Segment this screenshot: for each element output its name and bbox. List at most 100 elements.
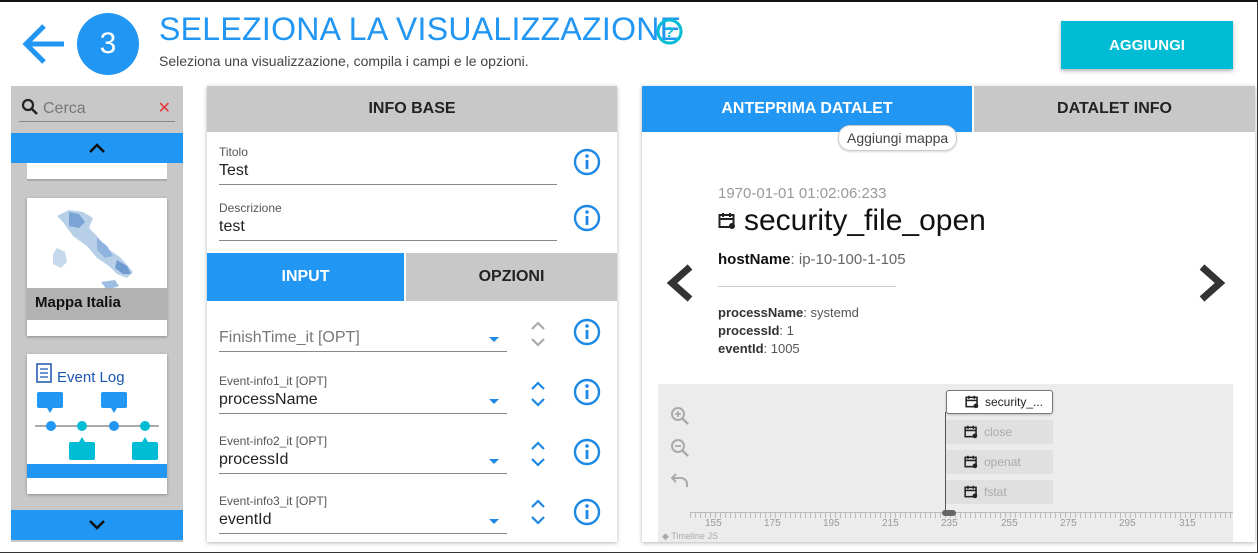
info-icon[interactable] bbox=[573, 318, 601, 346]
calendar-icon bbox=[964, 425, 978, 439]
prev-event-arrow-icon[interactable] bbox=[666, 264, 696, 302]
preview-panel: ANTEPRIMA DATALET DATALET INFO Aggiungi … bbox=[642, 86, 1255, 542]
detail-value: : systemd bbox=[803, 305, 859, 320]
page-title: SELEZIONA LA VISUALIZZAZIONE bbox=[159, 11, 682, 47]
reorder-arrows-icon[interactable] bbox=[529, 438, 547, 470]
axis-tick: 215 bbox=[882, 518, 899, 529]
calendar-icon bbox=[718, 213, 735, 229]
tab-opzioni[interactable]: OPZIONI bbox=[406, 253, 617, 301]
descrizione-label: Descrizione bbox=[219, 201, 282, 215]
select-value-text: processName bbox=[219, 391, 318, 408]
titolo-input[interactable]: Test bbox=[219, 159, 557, 185]
select-label: Event-info3_it [OPT] bbox=[219, 494, 328, 508]
event-info3-select[interactable]: Event-info3_it [OPT] eventId bbox=[219, 494, 507, 534]
scroll-down-button[interactable] bbox=[11, 510, 183, 540]
event-detail: eventId: 1005 bbox=[718, 341, 800, 356]
calendar-icon bbox=[964, 455, 978, 469]
event-title: security_file_open bbox=[718, 204, 986, 238]
next-event-arrow-icon[interactable] bbox=[1196, 264, 1226, 302]
search-input[interactable] bbox=[43, 98, 153, 120]
caret-down-icon bbox=[489, 399, 499, 404]
input-options-tabs: INPUT OPZIONI bbox=[207, 253, 617, 301]
timeline-event-item[interactable]: openat bbox=[946, 450, 1053, 474]
zoom-in-icon[interactable] bbox=[670, 406, 690, 426]
timeline-event-item[interactable]: fstat bbox=[946, 480, 1053, 504]
select-label: Event-info1_it [OPT] bbox=[219, 374, 328, 388]
chevron-down-icon bbox=[89, 520, 105, 530]
visualization-card-partial[interactable] bbox=[27, 163, 167, 181]
chevron-up-icon bbox=[89, 143, 105, 153]
info-icon[interactable] bbox=[573, 204, 601, 232]
info-icon[interactable] bbox=[573, 438, 601, 466]
host-key: hostName bbox=[718, 251, 791, 268]
host-value: : ip-10-100-1-105 bbox=[790, 251, 906, 268]
detail-key: processId bbox=[718, 323, 780, 338]
timeline-item-label: fstat bbox=[984, 485, 1007, 499]
descrizione-input[interactable]: test bbox=[219, 215, 557, 241]
descrizione-field[interactable]: Descrizione test bbox=[219, 201, 557, 241]
detail-key: processName bbox=[718, 305, 804, 320]
calendar-icon bbox=[965, 395, 979, 409]
reorder-arrows-icon[interactable] bbox=[529, 318, 547, 350]
info-icon[interactable] bbox=[573, 498, 601, 526]
add-map-button[interactable]: Aggiungi mappa bbox=[838, 125, 958, 151]
caret-down-icon bbox=[489, 337, 499, 342]
finishtime-select[interactable]: FinishTime_it [OPT] bbox=[219, 326, 507, 352]
tab-input[interactable]: INPUT bbox=[207, 253, 404, 301]
info-icon[interactable] bbox=[573, 378, 601, 406]
divider bbox=[718, 286, 896, 287]
select-value[interactable]: processId bbox=[219, 448, 507, 474]
scroll-up-button[interactable] bbox=[11, 133, 183, 163]
svg-text:Event Log: Event Log bbox=[57, 369, 125, 386]
calendar-icon bbox=[964, 485, 978, 499]
card-label: Mappa Italia bbox=[27, 288, 167, 320]
axis-tick: 255 bbox=[1001, 518, 1018, 529]
info-icon[interactable] bbox=[573, 148, 601, 176]
tab-datalet-info[interactable]: DATALET INFO bbox=[974, 86, 1255, 132]
visualization-card-event-log[interactable]: Event Log bbox=[27, 354, 167, 494]
detail-value: : 1 bbox=[779, 323, 794, 338]
timeline[interactable]: security_... close openat fstat 155 175 … bbox=[658, 384, 1233, 542]
select-value-text: processId bbox=[219, 451, 289, 468]
back-arrow-icon[interactable] bbox=[20, 20, 68, 68]
svg-text:?: ? bbox=[665, 24, 674, 41]
timeline-event-item[interactable]: security_... bbox=[946, 390, 1053, 414]
select-value-text: FinishTime_it [OPT] bbox=[219, 329, 360, 346]
timeline-event-item[interactable]: close bbox=[946, 420, 1053, 444]
select-value[interactable]: processName bbox=[219, 388, 507, 414]
timeline-credit-text: Timeline JS bbox=[671, 531, 718, 541]
reorder-arrows-icon[interactable] bbox=[529, 378, 547, 410]
select-value[interactable]: eventId bbox=[219, 508, 507, 534]
timeline-item-label: openat bbox=[984, 455, 1021, 469]
help-icon[interactable]: ? bbox=[656, 18, 683, 45]
search-icon bbox=[21, 98, 39, 116]
italy-map-thumbnail bbox=[53, 210, 133, 290]
event-log-thumbnail: Event Log bbox=[35, 363, 159, 460]
visualization-card-mappa-italia[interactable]: Mappa Italia bbox=[27, 198, 167, 336]
search-box: ✕ bbox=[19, 94, 175, 122]
axis-tick: 295 bbox=[1119, 518, 1136, 529]
event-info2-select[interactable]: Event-info2_it [OPT] processId bbox=[219, 434, 507, 474]
event-info1-select[interactable]: Event-info1_it [OPT] processName bbox=[219, 374, 507, 414]
zoom-out-icon[interactable] bbox=[670, 438, 690, 458]
add-button[interactable]: AGGIUNGI bbox=[1061, 21, 1233, 69]
select-value[interactable]: FinishTime_it [OPT] bbox=[219, 326, 507, 352]
clear-search-icon[interactable]: ✕ bbox=[158, 98, 171, 118]
timeline-position-marker[interactable] bbox=[942, 510, 956, 516]
info-base-header: INFO BASE bbox=[207, 86, 617, 132]
axis-tick: 315 bbox=[1179, 518, 1196, 529]
titolo-field[interactable]: Titolo Test bbox=[219, 145, 557, 185]
reorder-arrows-icon[interactable] bbox=[529, 496, 547, 528]
event-title-text: security_file_open bbox=[744, 204, 986, 237]
event-host: hostName: ip-10-100-1-105 bbox=[718, 251, 906, 268]
page-subtitle: Seleziona una visualizzazione, compila i… bbox=[159, 53, 529, 69]
reset-undo-icon[interactable] bbox=[670, 470, 690, 490]
axis-tick: 235 bbox=[941, 518, 958, 529]
visualization-sidebar: ✕ Mappa Italia Event Log bbox=[11, 86, 183, 542]
card-selected-bar bbox=[27, 464, 167, 478]
select-value-text: eventId bbox=[219, 511, 272, 528]
caret-down-icon bbox=[489, 459, 499, 464]
timeline-item-label: security_... bbox=[985, 395, 1044, 409]
timeline-credit: ◆ Timeline JS bbox=[662, 531, 718, 541]
caret-down-icon bbox=[489, 519, 499, 524]
